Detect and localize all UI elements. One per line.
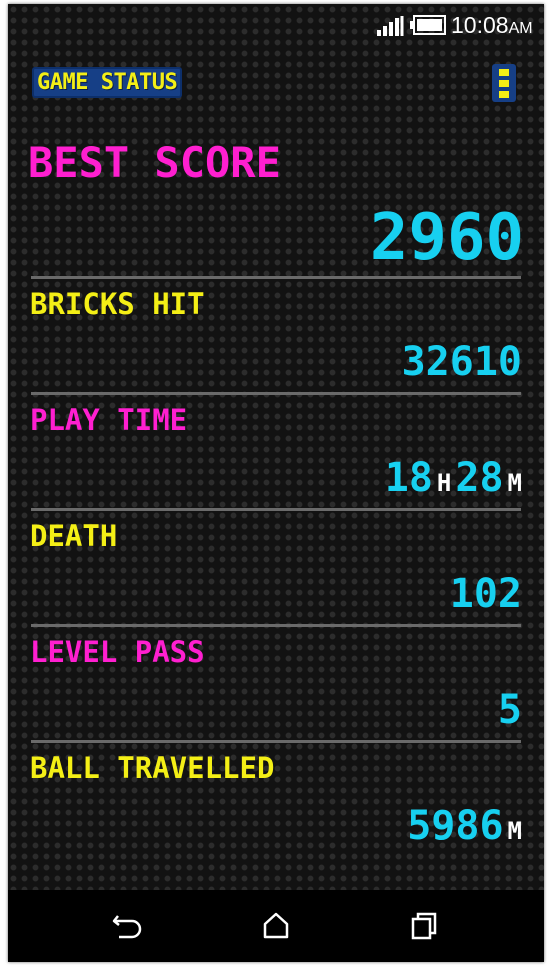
page-title: GAME STATUS xyxy=(32,67,183,98)
play-time-hours: 18 xyxy=(384,455,433,501)
signal-icon xyxy=(377,16,404,36)
distance-unit: M xyxy=(507,817,522,845)
ball-travelled-label: BALL TRAVELLED xyxy=(30,751,275,785)
best-score-label: BEST SCORE xyxy=(28,138,281,187)
clock-ampm: AM xyxy=(508,20,533,37)
menu-dot xyxy=(499,80,509,87)
navigation-bar xyxy=(8,890,544,962)
status-bar: 10:08AM xyxy=(8,4,544,44)
death-value: 102 xyxy=(449,571,522,617)
divider xyxy=(31,508,521,511)
back-icon[interactable] xyxy=(110,908,146,944)
death-label: DEATH xyxy=(30,519,118,553)
ball-travelled-number: 5986 xyxy=(407,803,504,849)
menu-dot xyxy=(499,91,509,98)
level-pass-value: 5 xyxy=(497,687,522,733)
divider xyxy=(31,392,521,395)
hours-unit: H xyxy=(436,469,452,497)
divider xyxy=(31,276,521,279)
level-pass-label: LEVEL PASS xyxy=(30,635,205,669)
minutes-unit: M xyxy=(507,469,522,497)
ball-travelled-value: 5986 M xyxy=(407,806,522,846)
battery-icon xyxy=(410,15,446,35)
bricks-hit-value: 32610 xyxy=(401,339,522,385)
bricks-hit-label: BRICKS HIT xyxy=(30,287,205,321)
divider xyxy=(31,624,521,627)
clock-time: 10:08 xyxy=(451,12,509,38)
home-icon[interactable] xyxy=(258,908,294,944)
divider xyxy=(31,740,521,743)
best-score-value: 2960 xyxy=(369,201,524,275)
game-status-screen: 10:08AM GAME STATUS BEST SCORE 2960 BRIC… xyxy=(8,4,544,962)
play-time-value: 18 H 28 M xyxy=(385,458,522,498)
recents-icon[interactable] xyxy=(406,908,442,944)
status-clock: 10:08AM xyxy=(451,10,533,44)
menu-dot xyxy=(499,69,509,76)
play-time-minutes: 28 xyxy=(455,455,504,501)
overflow-menu-button[interactable] xyxy=(492,64,516,102)
play-time-label: PLAY TIME xyxy=(30,403,188,437)
